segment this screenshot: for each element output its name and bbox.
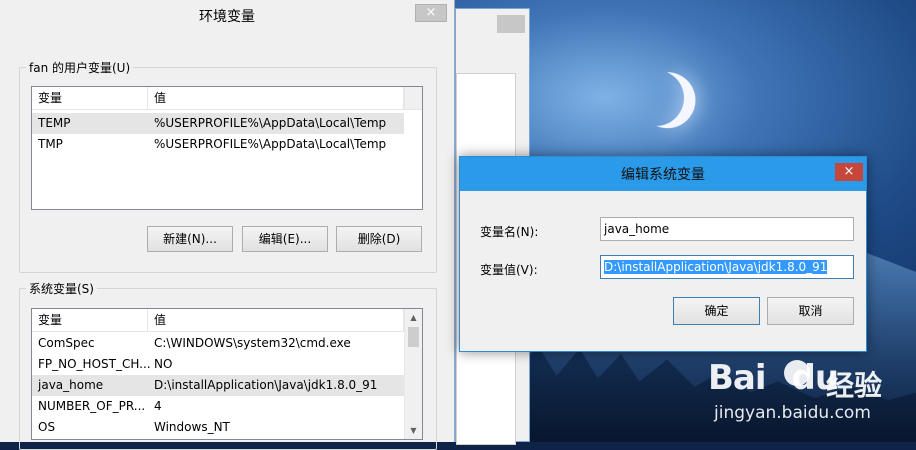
list-header: 变量 值 [32,87,422,110]
system-variables-list[interactable]: 变量 值 ComSpec C:\WINDOWS\system32\cmd.exe… [31,308,423,440]
table-row[interactable]: FP_NO_HOST_CH... NO [32,354,404,375]
cancel-button[interactable]: 取消 [767,297,854,325]
table-row[interactable]: TEMP %USERPROFILE%\AppData\Local\Temp [32,113,404,134]
user-variables-label: fan 的用户变量(U) [26,59,134,76]
variable-value: D:\installApplication\Java\jdk1.8.0_91 [154,378,378,392]
scroll-down-arrow-icon[interactable]: ▼ [405,422,422,439]
ok-button[interactable]: 确定 [673,297,760,325]
edit-system-variable-dialog: 编辑系统变量 × 变量名(N): java_home 变量值(V): D:\in… [459,156,867,352]
variable-value: %USERPROFILE%\AppData\Local\Temp [154,116,387,130]
delete-user-variable-button[interactable]: 删除(D) [336,226,422,252]
variable-name: NUMBER_OF_PR... [38,399,146,413]
variable-name-field[interactable]: java_home [600,217,854,241]
table-row[interactable]: ComSpec C:\WINDOWS\system32\cmd.exe [32,333,404,354]
user-variables-list[interactable]: 变量 值 TEMP %USERPROFILE%\AppData\Local\Te… [31,86,423,210]
variable-name-label: 变量名(N): [480,225,539,239]
watermark-url: jingyan.baidu.com [714,403,871,423]
scrollbar-thumb[interactable] [408,327,419,347]
table-row[interactable]: java_home D:\installApplication\Java\jdk… [32,375,404,396]
header-scroll-corner [404,87,422,109]
watermark-logo: Bai du [708,358,839,398]
table-row[interactable]: NUMBER_OF_PR... 4 [32,396,404,417]
column-header-variable[interactable]: 变量 [32,309,148,331]
dialog-body: 变量名(N): java_home 变量值(V): D:\installAppl… [465,191,861,347]
close-icon[interactable] [497,15,525,33]
table-row[interactable]: TMP %USERPROFILE%\AppData\Local\Temp [32,134,404,155]
variable-name: ComSpec [38,336,95,350]
column-header-variable[interactable]: 变量 [32,87,148,109]
system-variables-label: 系统变量(S) [26,280,97,297]
table-row[interactable]: OS Windows_NT [32,417,404,438]
moon-image [620,62,692,134]
list-header: 变量 值 [32,309,422,332]
close-button[interactable]: × [835,163,863,181]
dialog-title: 环境变量 [0,0,454,32]
environment-variables-dialog: 环境变量 × fan 的用户变量(U) 变量 值 TEMP %USERPROFI… [0,0,455,450]
watermark-logo-text: Bai [708,358,767,398]
paw-icon [784,360,810,386]
watermark-text: 经验 [826,369,883,402]
dialog-title: 编辑系统变量 [460,157,866,191]
vertical-scrollbar[interactable]: ▲ ▼ [404,309,422,439]
close-button[interactable]: × [415,4,447,22]
variable-name: java_home [38,378,104,392]
column-header-value[interactable]: 值 [148,309,404,331]
scroll-up-arrow-icon[interactable]: ▲ [405,309,422,326]
variable-name-value: java_home [604,222,670,236]
variable-name: TEMP [38,116,71,130]
variable-value-text: D:\installApplication\Java\jdk1.8.0_91 [604,260,828,274]
edit-user-variable-button[interactable]: 编辑(E)... [242,226,328,252]
variable-value-field[interactable]: D:\installApplication\Java\jdk1.8.0_91 [600,255,854,279]
variable-name: OS [38,420,56,434]
variable-name: TMP [38,137,63,151]
variable-value: %USERPROFILE%\AppData\Local\Temp [154,137,387,151]
variable-value: NO [154,357,173,371]
variable-value: Windows_NT [154,420,230,434]
baidu-jingyan-watermark: Bai du 经验 jingyan.baidu.com [708,358,882,423]
new-user-variable-button[interactable]: 新建(N)... [147,226,233,252]
variable-name: FP_NO_HOST_CH... [38,357,151,371]
column-header-value[interactable]: 值 [148,87,404,109]
variable-value: C:\WINDOWS\system32\cmd.exe [154,336,351,350]
variable-value-label: 变量值(V): [480,263,538,277]
variable-value: 4 [154,399,162,413]
